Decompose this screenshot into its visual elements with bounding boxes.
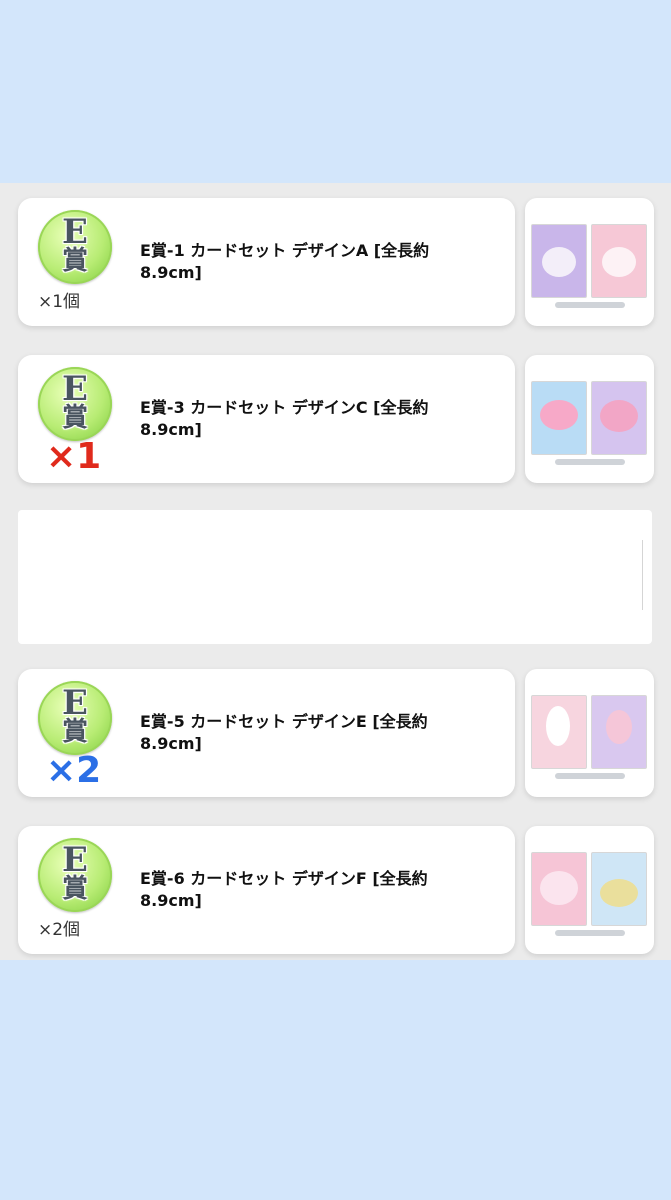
prize-card[interactable]: E 賞 ×1 E賞-3 カードセット デザインC [全長約8.9cm] — [18, 355, 515, 483]
placeholder-edge — [642, 540, 646, 610]
badge-kanji: 賞 — [61, 717, 88, 747]
card-image-left — [531, 381, 587, 455]
quantity-label: ×2個 — [38, 920, 81, 940]
badge-kanji: 賞 — [61, 874, 88, 904]
quantity-overlay: ×2 — [46, 750, 102, 791]
card-set-image — [531, 381, 648, 455]
prize-card[interactable]: E 賞 ×2個 E賞-6 カードセット デザインF [全長約8.9cm] — [18, 826, 515, 954]
brand-logo — [555, 302, 625, 308]
brand-logo — [555, 930, 625, 936]
badge-letter: E — [62, 840, 88, 880]
prize-row[interactable]: E 賞 ×2個 E賞-6 カードセット デザインF [全長約8.9cm] — [18, 826, 654, 956]
page-background-bottom — [0, 960, 671, 1200]
badge-kanji: 賞 — [61, 246, 88, 276]
badge-letter: E — [62, 683, 88, 723]
prize-title: E賞-3 カードセット デザインC [全長約8.9cm] — [140, 398, 429, 439]
card-image-left — [531, 852, 587, 926]
card-set-image — [531, 224, 648, 298]
prize-title: E賞-1 カードセット デザインA [全長約8.9cm] — [140, 241, 430, 282]
brand-logo — [555, 773, 625, 779]
prize-card[interactable]: E 賞 ×2 E賞-5 カードセット デザインE [全長約8.9cm] — [18, 669, 515, 797]
prize-thumbnail[interactable] — [525, 826, 654, 954]
badge-letter: E — [62, 212, 88, 252]
card-image-left — [531, 695, 587, 769]
card-set-image — [531, 852, 648, 926]
card-image-right — [591, 224, 647, 298]
prize-title: E賞-5 カードセット デザインE [全長約8.9cm] — [140, 712, 428, 753]
card-set-image — [531, 695, 648, 769]
prize-row[interactable]: E 賞 ×1 E賞-3 カードセット デザインC [全長約8.9cm] — [18, 355, 654, 485]
prize-row[interactable]: E 賞 ×1個 E賞-1 カードセット デザインA [全長約8.9cm] — [18, 198, 654, 328]
e-prize-badge-icon: E 賞 — [38, 681, 112, 755]
badge-kanji: 賞 — [61, 403, 88, 433]
prize-thumbnail[interactable] — [525, 198, 654, 326]
prize-row[interactable]: E 賞 ×2 E賞-5 カードセット デザインE [全長約8.9cm] — [18, 669, 654, 799]
blank-placeholder-card — [18, 510, 652, 644]
quantity-label: ×1個 — [38, 292, 81, 312]
brand-logo — [555, 459, 625, 465]
badge-letter: E — [62, 369, 88, 409]
e-prize-badge-icon: E 賞 — [38, 367, 112, 441]
e-prize-badge-icon: E 賞 — [38, 838, 112, 912]
prize-card[interactable]: E 賞 ×1個 E賞-1 カードセット デザインA [全長約8.9cm] — [18, 198, 515, 326]
card-image-right — [591, 695, 647, 769]
card-image-left — [531, 224, 587, 298]
prize-thumbnail[interactable] — [525, 355, 654, 483]
quantity-overlay: ×1 — [46, 436, 102, 477]
prize-title: E賞-6 カードセット デザインF [全長約8.9cm] — [140, 869, 428, 910]
prize-thumbnail[interactable] — [525, 669, 654, 797]
card-image-right — [591, 852, 647, 926]
card-image-right — [591, 381, 647, 455]
e-prize-badge-icon: E 賞 — [38, 210, 112, 284]
